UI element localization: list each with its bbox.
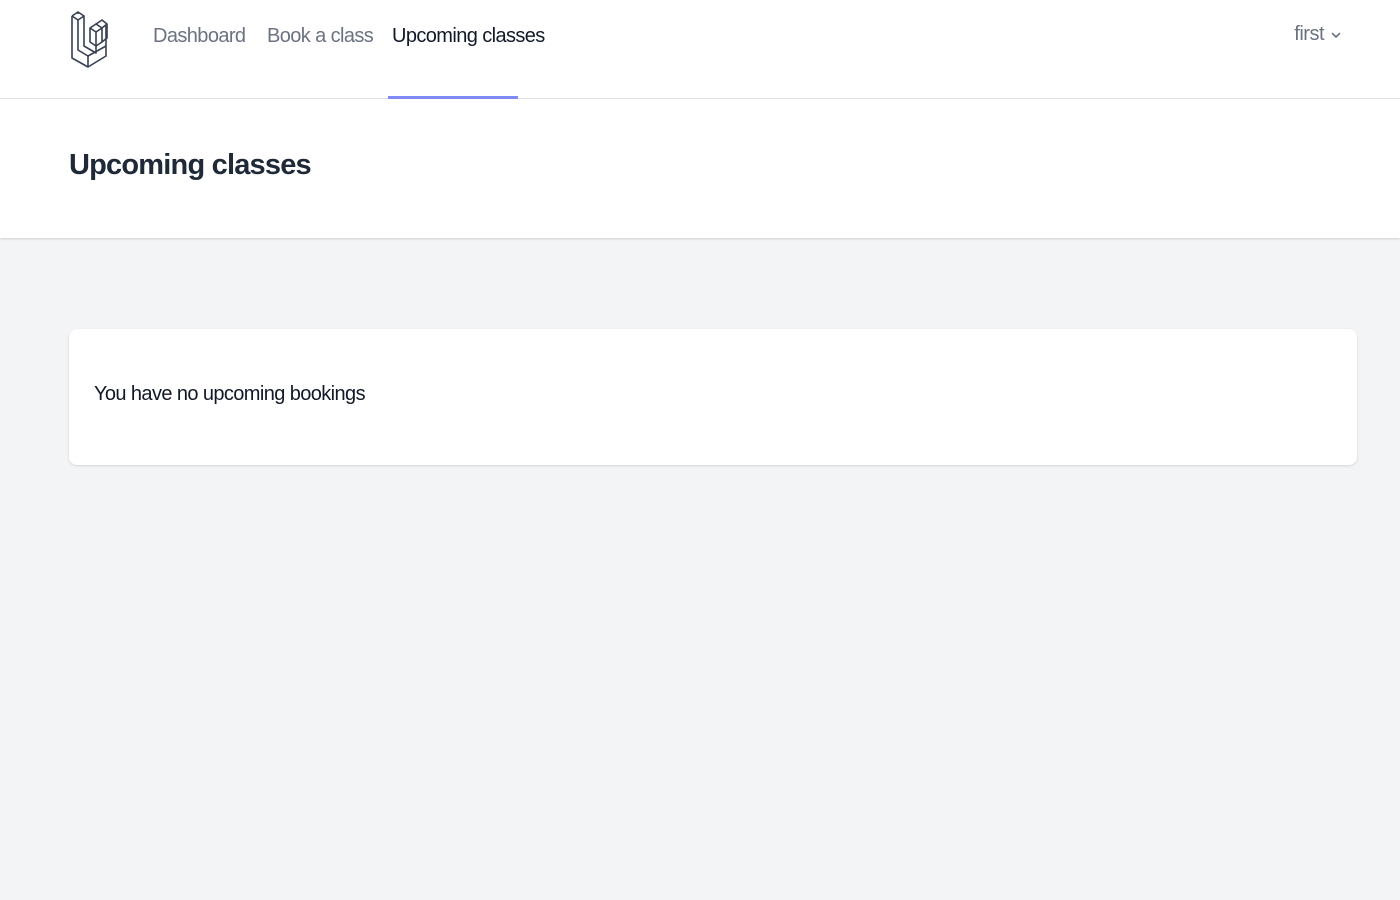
page-header: Upcoming classes: [0, 99, 1400, 238]
laravel-logo-icon[interactable]: [70, 6, 108, 68]
nav-link-dashboard[interactable]: Dashboard: [153, 0, 246, 99]
chevron-down-icon: [1331, 32, 1341, 38]
empty-bookings-message: You have no upcoming bookings: [94, 383, 366, 405]
nav-link-book-a-class[interactable]: Book a class: [267, 0, 374, 99]
page-title: Upcoming classes: [69, 149, 312, 181]
top-navbar: Dashboard Book a class Upcoming classes …: [0, 0, 1400, 99]
user-dropdown[interactable]: first: [1294, 23, 1342, 46]
bookings-card: You have no upcoming bookings: [69, 329, 1357, 465]
nav-link-upcoming-classes[interactable]: Upcoming classes: [388, 0, 545, 99]
user-name: first: [1294, 23, 1324, 45]
